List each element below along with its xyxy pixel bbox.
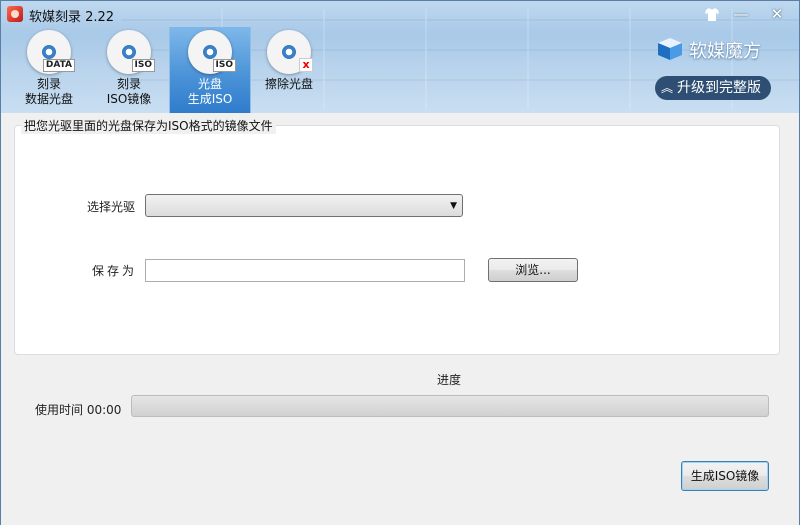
tab-label-line1: 擦除光盘 bbox=[264, 77, 313, 91]
progress-title: 进度 bbox=[437, 373, 462, 387]
tab-label-line1: 刻录 bbox=[36, 77, 61, 91]
app-window: 软媒刻录 2.22 — ✕ DATA 刻录 数据光盘 ISO 刻录 ISO镜像 IS… bbox=[0, 0, 800, 525]
title-bar[interactable]: 软媒刻录 2.22 — ✕ bbox=[1, 1, 799, 27]
iso-disc-icon: ISO bbox=[107, 30, 155, 74]
browse-button[interactable]: 浏览... bbox=[488, 258, 578, 282]
tab-burn-iso[interactable]: ISO 刻录 ISO镜像 bbox=[89, 27, 169, 113]
tab-label-line2: ISO镜像 bbox=[106, 92, 152, 106]
tab-label-line1: 刻录 bbox=[116, 77, 141, 91]
tab-burn-data-disc[interactable]: DATA 刻录 数据光盘 bbox=[9, 27, 89, 113]
data-disc-icon: DATA bbox=[27, 30, 75, 74]
elapsed-value: 00:00 bbox=[86, 403, 122, 417]
close-icon[interactable]: ✕ bbox=[765, 4, 789, 24]
generate-iso-button[interactable]: 生成ISO镜像 bbox=[681, 461, 769, 491]
double-chevron-up-icon: ︽ bbox=[661, 81, 674, 95]
erase-disc-icon: x bbox=[267, 30, 313, 74]
header: 软媒刻录 2.22 — ✕ DATA 刻录 数据光盘 ISO 刻录 ISO镜像 IS… bbox=[1, 1, 799, 113]
cube-logo-icon bbox=[658, 38, 682, 60]
options-group: 选择光驱 ▼ 保存为 浏览... bbox=[14, 125, 780, 355]
window-title: 软媒刻录 2.22 bbox=[29, 10, 115, 25]
skin-shirt-icon[interactable] bbox=[700, 4, 724, 24]
tab-label-line2: 生成ISO bbox=[187, 92, 233, 106]
minimize-icon[interactable]: — bbox=[729, 4, 753, 24]
upgrade-label: 升级到完整版 bbox=[677, 80, 761, 96]
save-as-label: 保存为 bbox=[92, 264, 138, 278]
elapsed-label: 使用时间 bbox=[35, 403, 84, 417]
dropdown-arrow-icon: ▼ bbox=[450, 201, 457, 211]
tab-label-line2: 数据光盘 bbox=[24, 92, 73, 106]
elapsed-time: 使用时间 00:00 bbox=[35, 401, 121, 418]
tab-create-iso[interactable]: ISO 光盘 生成ISO bbox=[169, 27, 251, 113]
iso-disc-icon: ISO bbox=[188, 30, 236, 74]
tab-erase-disc[interactable]: x 擦除光盘 bbox=[249, 27, 329, 113]
brand-name: 软媒魔方 bbox=[689, 41, 761, 62]
upgrade-button[interactable]: ︽ 升级到完整版 bbox=[655, 76, 771, 100]
tab-label-line1: 光盘 bbox=[197, 77, 222, 91]
progress-bar bbox=[131, 395, 769, 417]
app-logo-icon bbox=[7, 6, 23, 22]
drive-select[interactable]: ▼ bbox=[145, 194, 463, 217]
main-panel: 选择光驱 ▼ 保存为 浏览... 把您光驱里面的光盘保存为ISO格式的镜像文件 … bbox=[1, 113, 799, 525]
drive-label: 选择光驱 bbox=[87, 200, 136, 214]
group-caption: 把您光驱里面的光盘保存为ISO格式的镜像文件 bbox=[21, 117, 276, 134]
save-path-input[interactable] bbox=[145, 259, 465, 282]
